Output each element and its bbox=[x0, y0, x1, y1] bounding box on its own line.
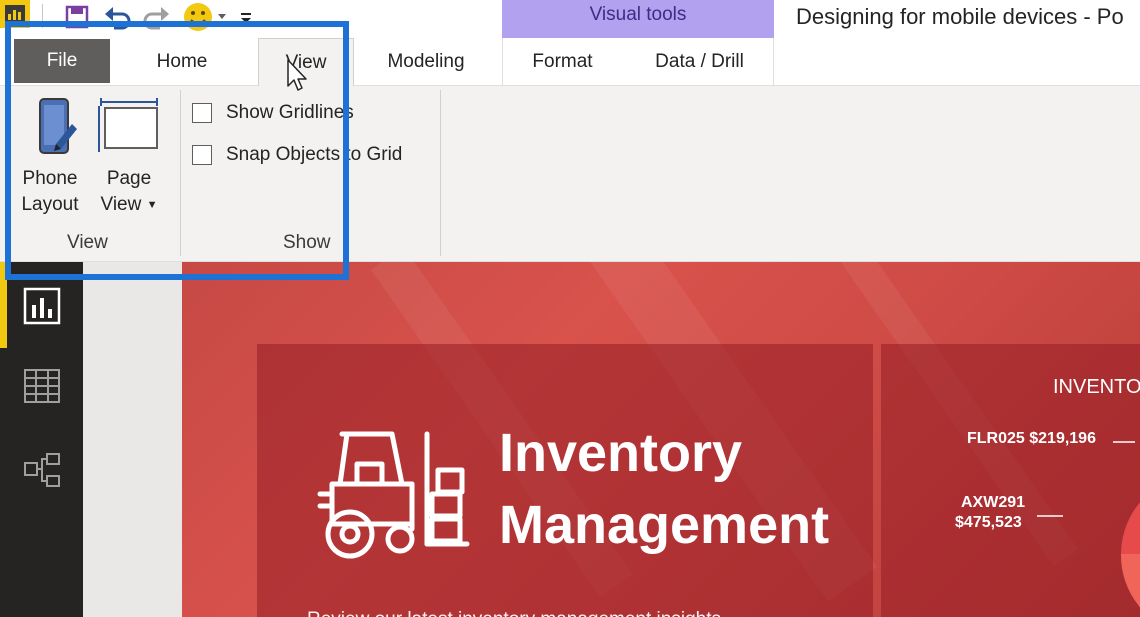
chart-label-flr025: FLR025 $219,196 bbox=[967, 430, 1096, 447]
tab-format[interactable]: Format bbox=[502, 38, 622, 86]
leader-line bbox=[1113, 441, 1135, 443]
tab-data-drill[interactable]: Data / Drill bbox=[626, 38, 774, 86]
left-navigation bbox=[0, 262, 83, 617]
donut-chart-card[interactable]: INVENTO FLR025 $219,196 AXW291 $475,523 bbox=[881, 344, 1140, 617]
mouse-cursor-icon bbox=[287, 59, 307, 91]
donut-slice bbox=[1121, 502, 1140, 554]
chart-label-axw291-value: $475,523 bbox=[955, 514, 1022, 531]
report-page[interactable]: Inventory Management Review our latest i… bbox=[182, 262, 1140, 617]
donut-chart[interactable] bbox=[1061, 454, 1140, 617]
group-separator bbox=[440, 90, 441, 256]
donut-slice bbox=[1120, 554, 1140, 606]
forklift-icon bbox=[317, 431, 470, 559]
relationships-view-icon[interactable] bbox=[20, 448, 64, 492]
title-card[interactable]: Inventory Management Review our latest i… bbox=[257, 344, 873, 617]
data-view-icon[interactable] bbox=[20, 364, 64, 408]
tab-modeling[interactable]: Modeling bbox=[362, 38, 490, 86]
chart-label-axw291-code: AXW291 bbox=[961, 494, 1026, 511]
window-title: Designing for mobile devices - Po bbox=[796, 4, 1124, 29]
chart-title: INVENTO bbox=[1053, 376, 1140, 398]
inventory-title-line2: Management bbox=[499, 495, 830, 555]
visual-tools-context-band: Visual tools bbox=[502, 0, 774, 38]
report-subtitle: Review our latest inventory management i… bbox=[307, 609, 721, 617]
inventory-title-line1: Inventory bbox=[499, 423, 743, 483]
report-view-icon[interactable] bbox=[20, 284, 64, 328]
